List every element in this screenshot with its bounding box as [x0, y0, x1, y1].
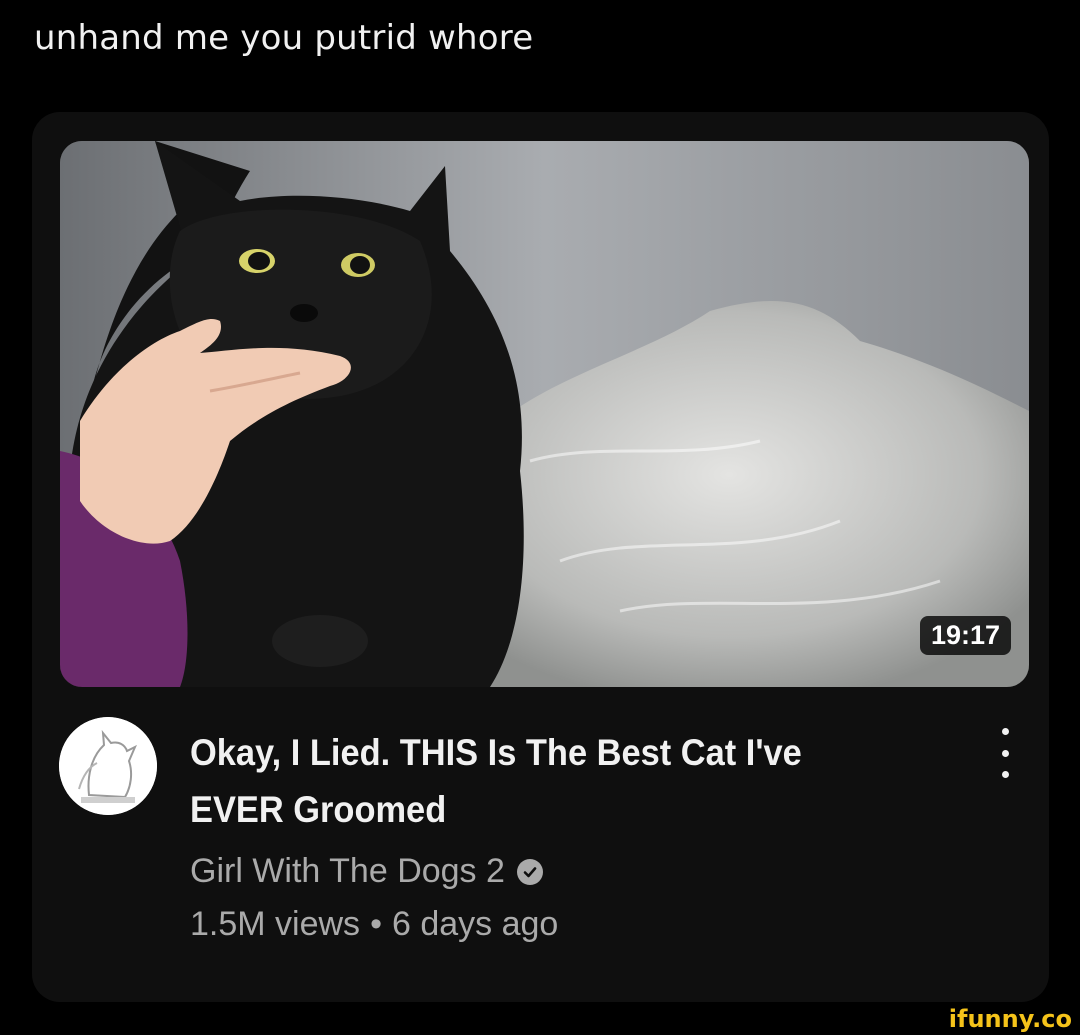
thumbnail-image — [60, 141, 1029, 687]
channel-avatar[interactable] — [59, 717, 157, 815]
video-card[interactable]: 19:17 Okay, I Lied. THIS Is The Best Cat… — [32, 112, 1049, 1002]
video-meta: 1.5M views • 6 days ago — [190, 905, 558, 944]
upload-age: 6 days ago — [391, 905, 559, 943]
channel-name[interactable]: Girl With The Dogs 2 — [190, 852, 505, 891]
post-caption: unhand me you putrid whore — [34, 18, 534, 58]
kebab-dot — [1001, 749, 1009, 757]
view-count: 1.5M views — [190, 905, 361, 943]
channel-row: Girl With The Dogs 2 — [190, 852, 543, 891]
kebab-dot — [1001, 728, 1009, 735]
avatar-logo-icon — [59, 717, 157, 815]
more-vert-icon[interactable] — [990, 728, 1020, 778]
duration-badge: 19:17 — [919, 616, 1011, 655]
meta-separator: • — [370, 905, 382, 943]
ifunny-watermark: ifunny.co — [948, 1005, 1072, 1033]
verified-check-icon — [516, 858, 543, 885]
video-thumbnail[interactable]: 19:17 — [60, 141, 1029, 687]
video-title[interactable]: Okay, I Lied. THIS Is The Best Cat I've … — [190, 724, 878, 838]
kebab-dot — [1001, 771, 1009, 778]
